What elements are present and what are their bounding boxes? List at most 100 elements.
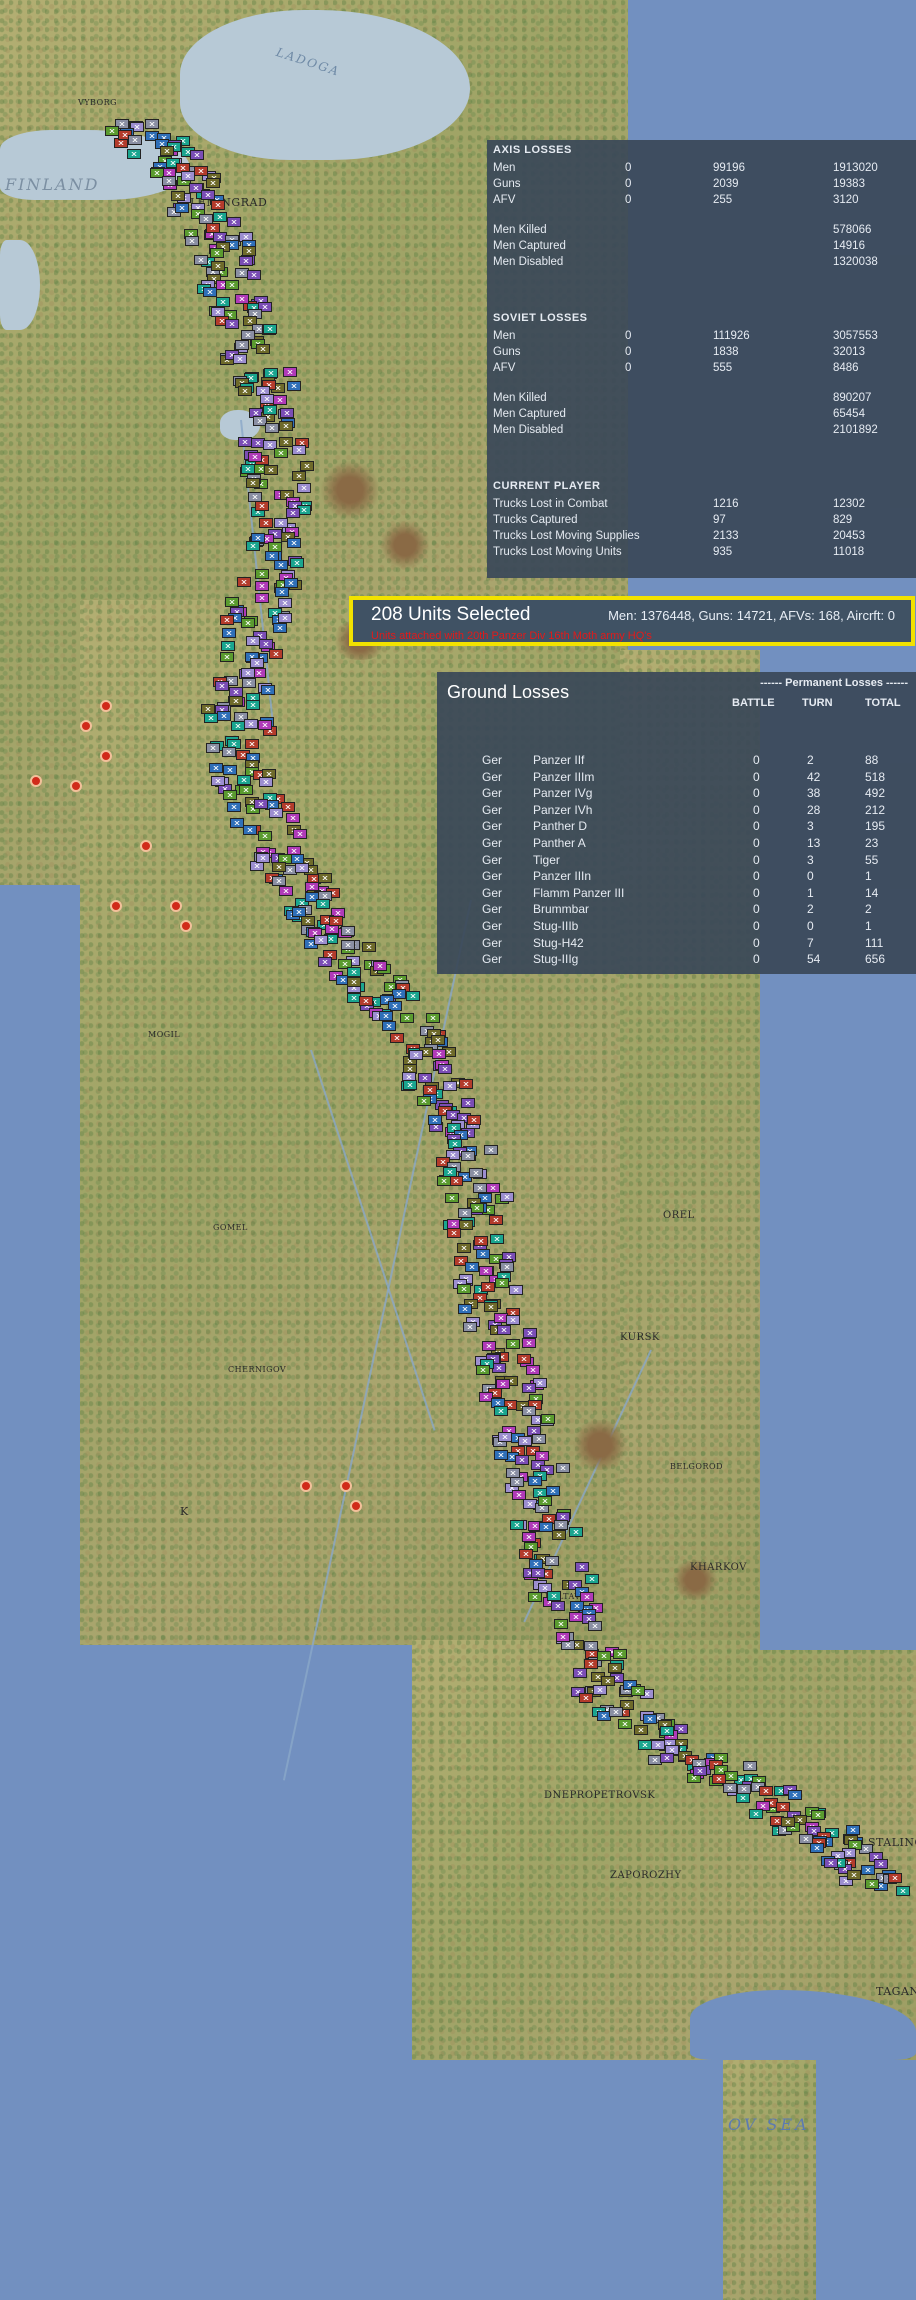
unit-counter[interactable] [235,340,249,350]
unit-counter[interactable] [245,739,259,749]
unit-counter[interactable] [585,1574,599,1584]
soviet-unit-marker[interactable] [340,1480,352,1492]
unit-counter[interactable] [824,1858,838,1868]
unit-counter[interactable] [254,799,268,809]
unit-counter[interactable] [241,668,255,678]
unit-counter[interactable] [379,1011,393,1021]
unit-counter[interactable] [105,126,119,136]
unit-counter[interactable] [230,818,244,828]
unit-counter[interactable] [220,652,234,662]
unit-counter[interactable] [241,464,255,474]
soviet-unit-marker[interactable] [100,750,112,762]
unit-counter[interactable] [255,593,269,603]
soviet-unit-marker[interactable] [140,840,152,852]
unit-counter[interactable] [269,649,283,659]
unit-counter[interactable] [518,1436,532,1446]
unit-counter[interactable] [554,1619,568,1629]
unit-counter[interactable] [286,508,300,518]
unit-counter[interactable] [522,1338,536,1348]
unit-counter[interactable] [264,465,278,475]
unit-counter[interactable] [255,569,269,579]
unit-counter[interactable] [194,166,208,176]
unit-counter[interactable] [341,926,355,936]
unit-counter[interactable] [461,1098,475,1108]
unit-counter[interactable] [874,1859,888,1869]
unit-counter[interactable] [896,1886,910,1896]
unit-counter[interactable] [171,191,185,201]
unit-counter[interactable] [292,445,306,455]
unit-counter[interactable] [263,324,277,334]
unit-counter[interactable] [297,483,311,493]
unit-counter[interactable] [447,1228,461,1238]
unit-counter[interactable] [250,658,264,668]
unit-counter[interactable] [259,639,273,649]
unit-counter[interactable] [287,538,301,548]
game-map[interactable]: LADOGA FINLAND VYBORG LENINGRAD GOMEL MO… [0,0,916,2300]
unit-counter[interactable] [417,1096,431,1106]
unit-counter[interactable] [283,367,297,377]
unit-counter[interactable] [209,763,223,773]
unit-counter[interactable] [244,719,258,729]
unit-counter[interactable] [469,1168,483,1178]
unit-counter[interactable] [246,700,260,710]
soviet-unit-marker[interactable] [170,900,182,912]
unit-counter[interactable] [211,261,225,271]
unit-counter[interactable] [476,1365,490,1375]
unit-counter[interactable] [495,1278,509,1288]
unit-counter[interactable] [554,1520,568,1530]
unit-counter[interactable] [273,395,287,405]
unit-counter[interactable] [243,825,257,835]
unit-counter[interactable] [314,935,328,945]
unit-counter[interactable] [258,720,272,730]
unit-counter[interactable] [438,1064,452,1074]
unit-counter[interactable] [127,149,141,159]
unit-counter[interactable] [256,344,270,354]
unit-counter[interactable] [545,1556,559,1566]
unit-counter[interactable] [788,1790,802,1800]
unit-counter[interactable] [274,560,288,570]
unit-counter[interactable] [506,1339,520,1349]
soviet-unit-marker[interactable] [80,720,92,732]
unit-counter[interactable] [473,1183,487,1193]
unit-counter[interactable] [489,1215,503,1225]
unit-counter[interactable] [190,150,204,160]
unit-counter[interactable] [279,421,293,431]
unit-counter[interactable] [145,119,159,129]
unit-counter[interactable] [573,1668,587,1678]
unit-counter[interactable] [528,1476,542,1486]
unit-counter[interactable] [260,394,274,404]
unit-counter[interactable] [432,1049,446,1059]
unit-counter[interactable] [206,743,220,753]
unit-counter[interactable] [403,1080,417,1090]
unit-counter[interactable] [532,1434,546,1444]
unit-counter[interactable] [781,1817,795,1827]
unit-counter[interactable] [225,597,239,607]
unit-counter[interactable] [638,1740,652,1750]
unit-counter[interactable] [569,1527,583,1537]
units-selected-banner[interactable]: 208 Units Selected Men: 1376448, Guns: 1… [349,596,915,646]
unit-counter[interactable] [259,777,273,787]
unit-counter[interactable] [406,991,420,1001]
unit-counter[interactable] [287,381,301,391]
unit-counter[interactable] [229,696,243,706]
unit-counter[interactable] [261,685,275,695]
unit-counter[interactable] [273,623,287,633]
unit-counter[interactable] [609,1707,623,1717]
unit-counter[interactable] [492,1363,506,1373]
unit-counter[interactable] [810,1843,824,1853]
unit-counter[interactable] [390,1033,404,1043]
unit-counter[interactable] [486,1183,500,1193]
unit-counter[interactable] [265,423,279,433]
unit-counter[interactable] [227,217,241,227]
unit-counter[interactable] [888,1873,902,1883]
unit-counter[interactable] [522,1532,536,1542]
unit-counter[interactable] [263,405,277,415]
unit-counter[interactable] [409,1050,423,1060]
unit-counter[interactable] [526,1365,540,1375]
unit-counter[interactable] [467,1115,481,1125]
unit-counter[interactable] [575,1562,589,1572]
unit-counter[interactable] [160,146,174,156]
unit-counter[interactable] [128,135,142,145]
unit-counter[interactable] [246,541,260,551]
unit-counter[interactable] [584,1641,598,1651]
